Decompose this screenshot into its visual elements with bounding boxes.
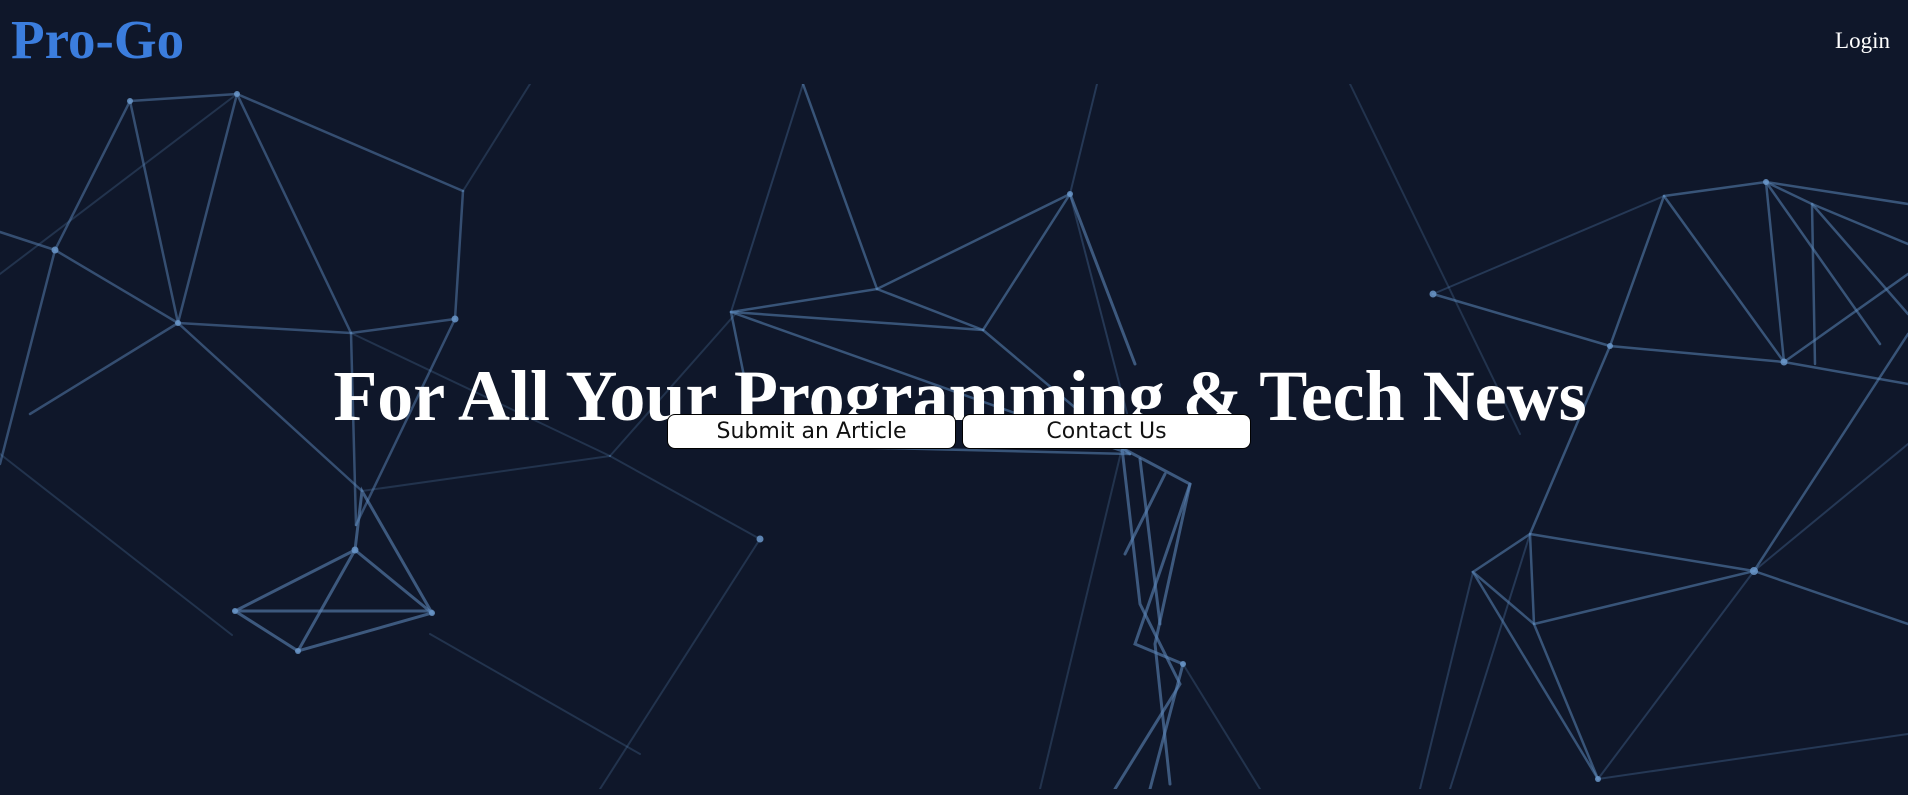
- bottom-strip: [0, 789, 1908, 795]
- top-header: Pro-Go Login: [0, 0, 1908, 84]
- landing-page: Pro-Go Login For All Your Programming & …: [0, 0, 1908, 795]
- contact-us-button[interactable]: Contact Us: [962, 414, 1251, 449]
- submit-article-button[interactable]: Submit an Article: [667, 414, 956, 449]
- hero-actions: Submit an Article Contact Us: [667, 414, 1251, 449]
- login-link[interactable]: Login: [1835, 24, 1890, 58]
- site-logo[interactable]: Pro-Go: [11, 6, 184, 74]
